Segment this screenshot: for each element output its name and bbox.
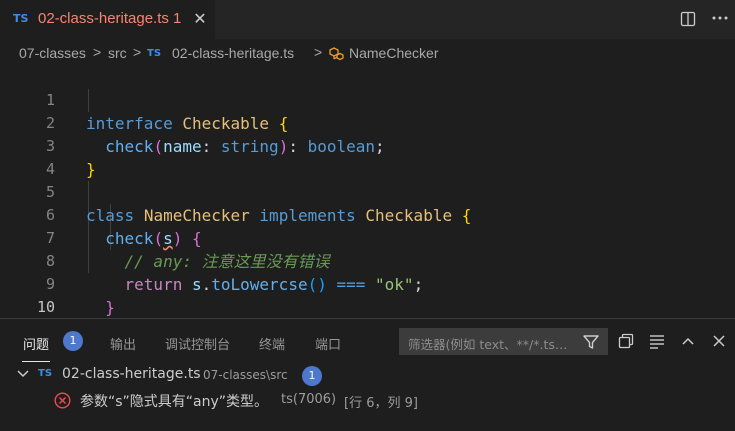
- problems-count-badge: 1: [63, 331, 83, 351]
- split-editor-icon[interactable]: [680, 11, 696, 27]
- more-actions-icon[interactable]: [710, 8, 730, 28]
- code-editor[interactable]: 1 interface Checkable { 2 check(name: st…: [0, 66, 735, 340]
- close-icon[interactable]: ✕: [190, 9, 210, 29]
- typescript-file-icon: TS: [38, 368, 53, 379]
- active-tab-indicator: [22, 361, 50, 362]
- chevron-up-icon[interactable]: [679, 332, 697, 350]
- tab-terminal[interactable]: 终端: [259, 334, 285, 353]
- view-as-list-icon[interactable]: [648, 332, 666, 350]
- code-line: 7 // any: 注意这里没有错误: [0, 204, 735, 271]
- problem-message: 参数“s”隐式具有“any”类型。: [80, 394, 269, 410]
- copy-icon[interactable]: [617, 332, 635, 350]
- breadcrumb-file[interactable]: 02-class-heritage.ts: [172, 45, 294, 61]
- problem-location: [行 6，列 9]: [344, 396, 418, 411]
- code-line: 9 }: [0, 250, 735, 317]
- breadcrumb: 07-classes > src > TS 02-class-heritage.…: [0, 41, 735, 67]
- error-icon: [54, 392, 71, 409]
- chevron-down-icon[interactable]: [16, 367, 30, 381]
- code-line: 5 class NameChecker implements Checkable…: [0, 158, 735, 225]
- code-token: }: [105, 298, 115, 317]
- tab-ports[interactable]: 端口: [315, 334, 341, 353]
- problem-file-count-badge: 1: [302, 366, 322, 386]
- line-number: 10: [36, 298, 55, 316]
- editor-tab-bar: TS 02-class-heritage.ts 1 ✕: [0, 0, 735, 39]
- breadcrumb-subfolder[interactable]: src: [108, 45, 127, 61]
- class-symbol-icon: [329, 47, 344, 61]
- code-line-active: 10 }: [0, 273, 735, 340]
- breadcrumb-separator: >: [93, 44, 102, 60]
- editor-tab-active[interactable]: TS 02-class-heritage.ts 1 ✕: [0, 0, 216, 39]
- problem-file-path: 07-classes\src: [203, 368, 288, 382]
- tab-debug-console[interactable]: 调试控制台: [165, 334, 230, 353]
- breadcrumb-separator: >: [133, 44, 142, 60]
- problems-filter-input[interactable]: 筛选器(例如 text、**/*.ts…: [399, 328, 608, 355]
- problem-file-group[interactable]: TS 02-class-heritage.ts 07-classes\src 1: [0, 365, 735, 387]
- breadcrumb-separator: >: [314, 44, 323, 60]
- code-line: 3 }: [0, 112, 735, 179]
- filter-placeholder: 筛选器(例如 text、**/*.ts…: [408, 337, 568, 352]
- problem-item[interactable]: 参数“s”隐式具有“any”类型。 ts(7006) [行 6，列 9]: [0, 390, 735, 412]
- bottom-panel: 问题 1 输出 调试控制台 终端 端口 筛选器(例如 text、**/*.ts……: [0, 319, 735, 431]
- code-line: 8 return s.toLowercse() === "ok";: [0, 227, 735, 294]
- breadcrumb-symbol[interactable]: NameChecker: [349, 45, 438, 61]
- code-line: 2 check(name: string): boolean;: [0, 89, 735, 156]
- tab-file-name: 02-class-heritage.ts 1: [38, 10, 182, 27]
- code-line: 1 interface Checkable {: [0, 66, 735, 133]
- filter-icon[interactable]: [582, 334, 600, 350]
- close-panel-icon[interactable]: [710, 332, 728, 350]
- code-line: 6 check(s) {: [0, 181, 735, 248]
- tab-problems[interactable]: 问题: [23, 334, 49, 353]
- code-line: 4: [0, 135, 735, 178]
- typescript-file-icon: TS: [13, 12, 29, 25]
- tab-output[interactable]: 输出: [110, 334, 136, 353]
- typescript-file-icon: TS: [147, 48, 162, 59]
- breadcrumb-folder[interactable]: 07-classes: [19, 45, 86, 61]
- problem-file-name: 02-class-heritage.ts: [62, 366, 201, 382]
- problem-code: ts(7006): [281, 392, 337, 407]
